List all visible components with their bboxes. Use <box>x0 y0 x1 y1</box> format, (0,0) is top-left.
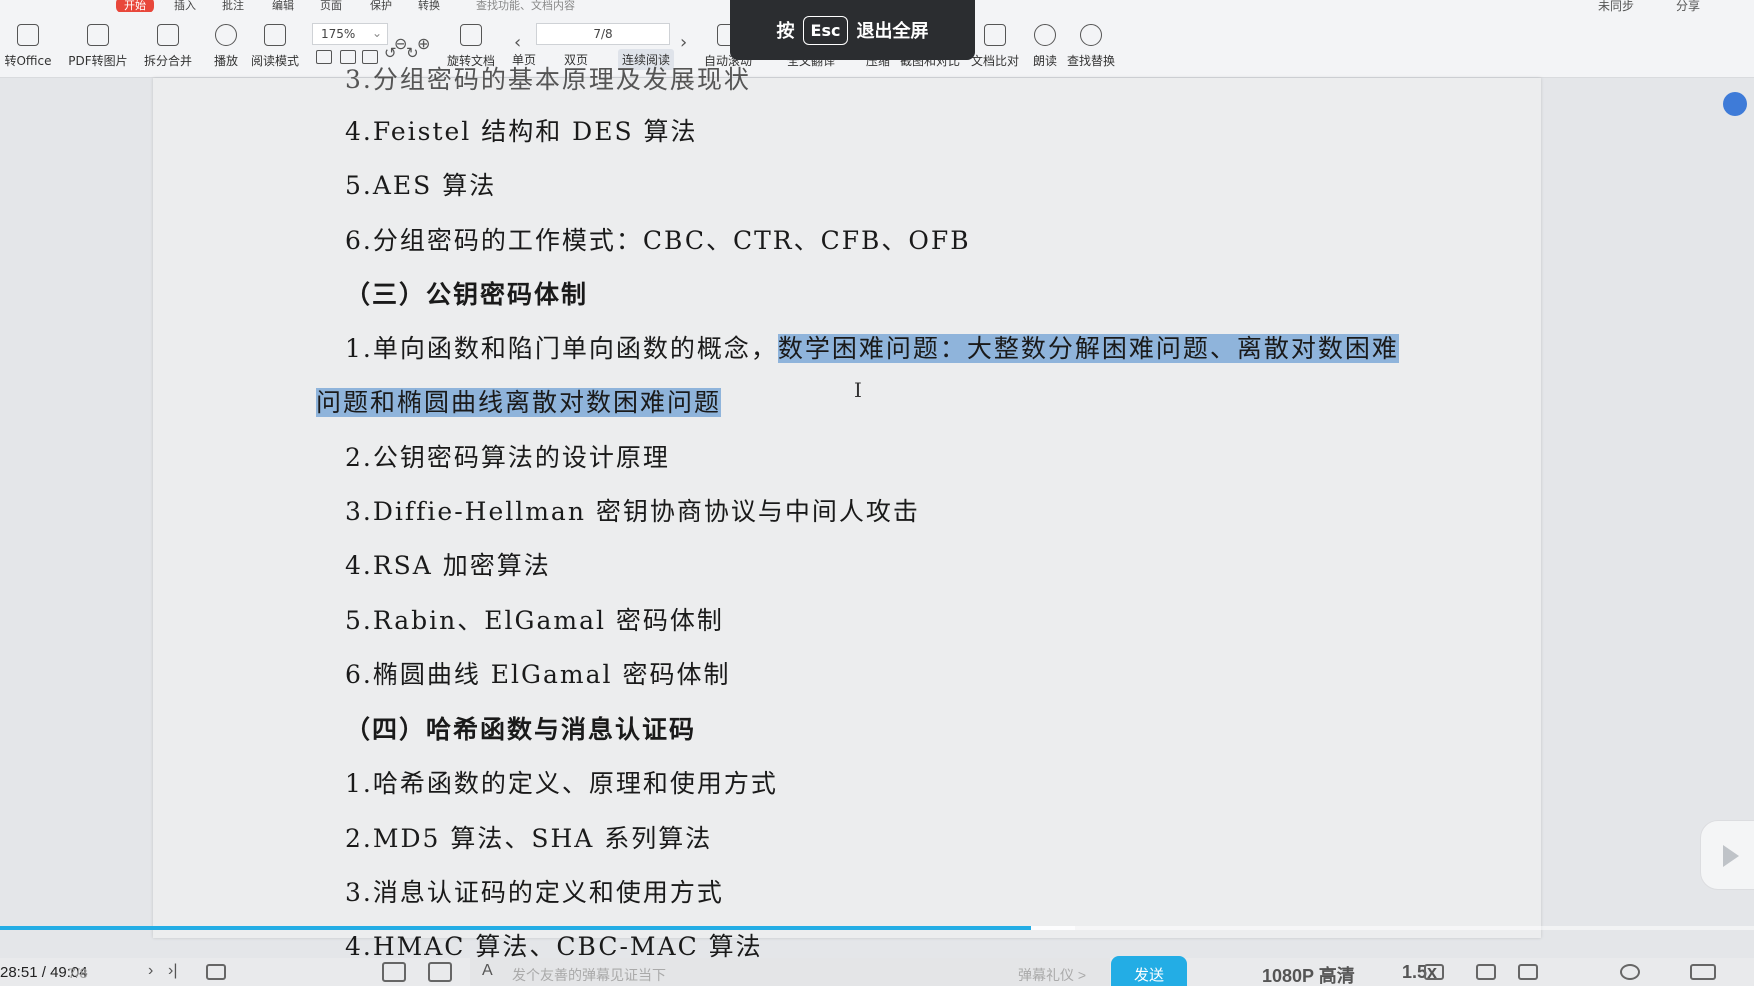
play-button[interactable]: 播放 <box>210 18 242 74</box>
play-icon <box>1723 845 1739 867</box>
menu-tab-page[interactable]: 页面 <box>320 0 342 12</box>
float-play-button[interactable] <box>1700 820 1754 890</box>
search-icon <box>1080 24 1102 46</box>
find-replace-label: 查找替换 <box>1066 54 1115 68</box>
menu-tab-convert[interactable]: 转换 <box>418 0 440 12</box>
gear-icon[interactable] <box>1620 964 1640 980</box>
tip-suffix: 退出全屏 <box>856 21 929 42</box>
doc-line: 2.MD5 算法、SHA 系列算法 <box>345 824 713 853</box>
menu-tab-annotate[interactable]: 批注 <box>222 0 244 12</box>
pdf-to-image-button[interactable]: PDF转图片 <box>66 18 130 74</box>
menu-tab-edit[interactable]: 编辑 <box>272 0 294 12</box>
read-mode-label: 阅读模式 <box>250 54 299 68</box>
danmaku-toggle-icon[interactable] <box>382 962 406 982</box>
zoom-select[interactable]: 175% ⌄ <box>312 23 388 45</box>
pip-icon[interactable] <box>1476 964 1496 980</box>
danmaku-etiquette-link[interactable]: 弹幕礼仪 > <box>1018 965 1086 985</box>
text-selection[interactable]: 数学困难问题：大整数分解困难问题、离散对数困难 <box>777 334 1399 363</box>
office-icon <box>17 24 39 46</box>
read-aloud-label: 朗读 <box>1032 54 1057 68</box>
doc-line: 5.Rabin、ElGamal 密码体制 <box>345 606 724 635</box>
doc-line: 6.椭圆曲线 ElGamal 密码体制 <box>345 660 731 689</box>
doc-line: 3.Diffie-Hellman 密钥协商协议与中间人攻击 <box>345 497 920 526</box>
find-replace-button[interactable]: 查找替换 <box>1066 18 1116 74</box>
font-style-icon[interactable]: A <box>482 962 493 980</box>
to-office-label: 转Office <box>4 54 52 68</box>
tip-prefix: 按 <box>776 21 795 42</box>
esc-key-badge: Esc <box>802 15 849 45</box>
rotate-doc-icon <box>460 24 482 46</box>
doc-line: 4.RSA 加密算法 <box>345 551 551 580</box>
exit-fullscreen-tip: 按 Esc 退出全屏 <box>730 0 975 60</box>
actual-size-icon[interactable] <box>316 50 332 64</box>
to-office-button[interactable]: 转Office <box>0 18 56 74</box>
time-current: 28:51 <box>0 964 38 981</box>
read-mode-button[interactable]: 阅读模式 <box>250 18 300 74</box>
doc-line: 1.哈希函数的定义、原理和使用方式 <box>345 769 778 798</box>
split-merge-label: 拆分合并 <box>143 54 192 68</box>
image-icon <box>87 24 109 46</box>
player-controls: 28:51 / 49:04 7/8 › ›| A 发个友善的弹幕见证当下 弹幕礼… <box>0 956 1754 986</box>
pdf-to-image-label: PDF转图片 <box>68 54 128 68</box>
doc-line-cut: 3.分组密码的基本原理及发展现状 <box>345 65 751 94</box>
last-icon[interactable]: ›| <box>168 962 177 980</box>
volume-icon[interactable] <box>1518 964 1538 980</box>
assistant-badge-icon[interactable] <box>1723 92 1747 116</box>
quality-select[interactable]: 1080P 高清 <box>1262 962 1355 986</box>
doc-text: 1.单向函数和陷门单向函数的概念， <box>345 334 778 363</box>
doc-heading: （三）公钥密码体制 <box>345 280 589 309</box>
progress-played <box>0 926 1032 930</box>
doc-compare-label: 文档比对 <box>970 54 1019 68</box>
compare-icon <box>984 24 1006 46</box>
menu-tab-protect[interactable]: 保护 <box>370 0 392 12</box>
zoom-in-icon[interactable]: ⊕ <box>417 34 430 53</box>
page-number-input[interactable]: 7/8 <box>536 23 670 45</box>
doc-line: 2.公钥密码算法的设计原理 <box>345 443 670 472</box>
danmaku-placeholder: 发个友善的弹幕见证当下 <box>512 967 666 983</box>
speaker-icon <box>1034 24 1056 46</box>
zoom-value: 175% <box>321 27 356 41</box>
screen: 开始 插入 批注 编辑 页面 保护 转换 查找功能、文档内容 未同步 分享 转O… <box>0 0 1754 986</box>
doc-line: 5.AES 算法 <box>345 171 497 200</box>
clip-icon[interactable] <box>1424 964 1444 980</box>
next-page-icon[interactable]: › <box>680 32 687 53</box>
split-icon <box>157 24 179 46</box>
doc-heading: （四）哈希函数与消息认证码 <box>345 715 697 744</box>
search-field[interactable]: 查找功能、文档内容 <box>476 0 575 12</box>
play-label: 播放 <box>213 54 238 68</box>
read-aloud-button[interactable]: 朗读 <box>1030 18 1060 74</box>
next-icon[interactable]: › <box>148 962 153 980</box>
doc-line-highlighted: 1.单向函数和陷门单向函数的概念，数学困难问题：大整数分解困难问题、离散对数困难 <box>345 329 1399 365</box>
doc-compare-button[interactable]: 文档比对 <box>970 18 1020 74</box>
text-cursor-icon: I <box>854 378 862 402</box>
chevron-down-icon: ⌄ <box>371 26 382 40</box>
text-selection[interactable]: 问题和椭圆曲线离散对数困难问题 <box>316 388 722 417</box>
split-merge-button[interactable]: 拆分合并 <box>139 18 197 74</box>
play-icon <box>215 24 237 46</box>
doc-line: 6.分组密码的工作模式：CBC、CTR、CFB、OFB <box>345 226 971 255</box>
progress-buffered <box>1031 926 1076 930</box>
document-page: 3.分组密码的基本原理及发展现状 4.Feistel 结构和 DES 算法 5.… <box>153 65 1541 961</box>
fullscreen-icon[interactable] <box>1690 964 1716 980</box>
sync-status[interactable]: 未同步 <box>1598 0 1634 12</box>
danmaku-settings-icon[interactable] <box>428 962 452 982</box>
doc-line-highlighted: 问题和椭圆曲线离散对数困难问题 <box>316 383 722 419</box>
video-progress-bar[interactable] <box>0 926 1754 930</box>
share-button[interactable]: 分享 <box>1676 0 1700 12</box>
send-button[interactable]: 发送 <box>1111 956 1187 986</box>
doc-line: 4.Feistel 结构和 DES 算法 <box>345 117 698 146</box>
page-indicator: 7/8 <box>68 965 88 981</box>
time-separator: / <box>41 964 46 981</box>
menu-tab-insert[interactable]: 插入 <box>174 0 196 12</box>
doc-line: 3.消息认证码的定义和使用方式 <box>345 878 724 907</box>
subtitle-icon[interactable] <box>206 964 226 980</box>
book-icon <box>264 24 286 46</box>
menu-tab-start[interactable]: 开始 <box>116 0 154 12</box>
danmaku-input[interactable]: A 发个友善的弹幕见证当下 弹幕礼仪 > <box>470 958 1110 986</box>
